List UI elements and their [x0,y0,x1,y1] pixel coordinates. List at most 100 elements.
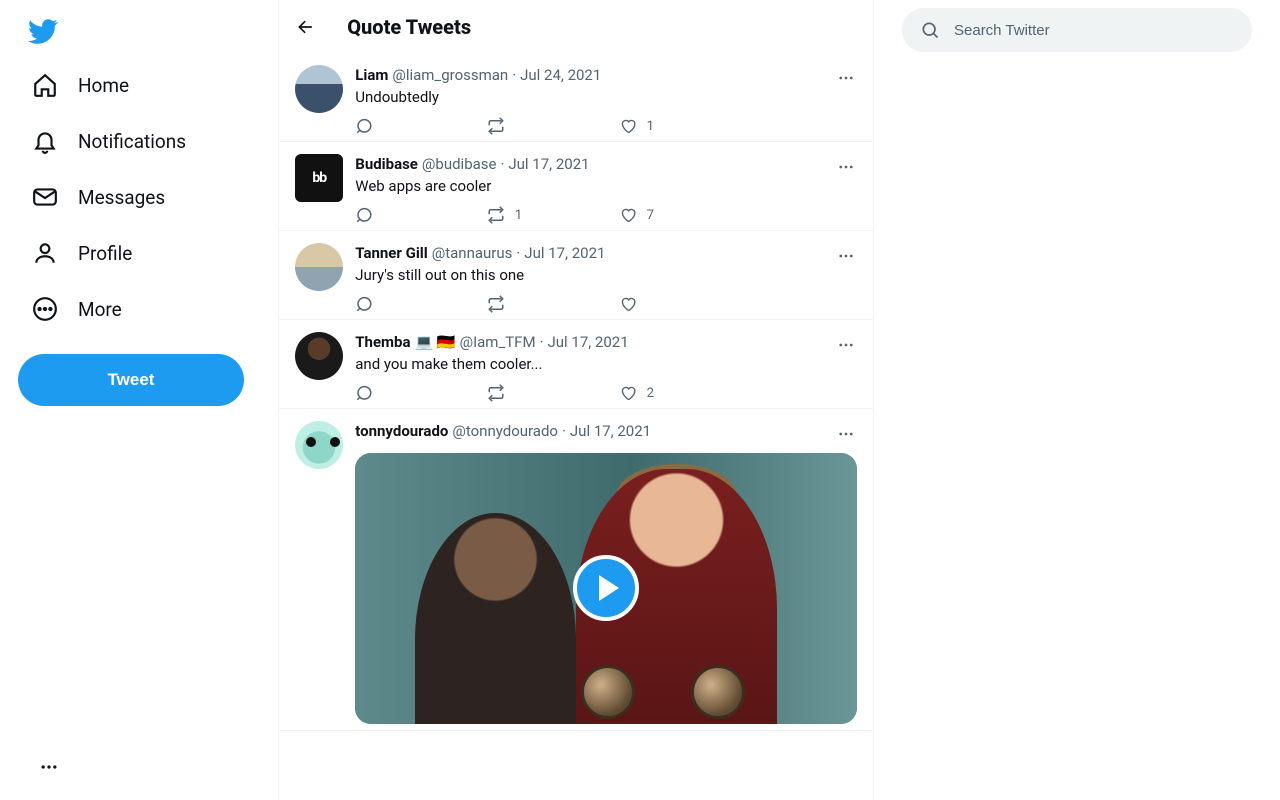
tweet-more-button[interactable] [829,417,863,451]
tweet-body: Tanner Gill @tannaurus · Jul 17, 2021Jur… [355,243,857,313]
tweet-feed: Liam @liam_grossman · Jul 24, 2021Undoub… [279,53,873,731]
user-handle[interactable]: @Iam_TFM [460,332,536,352]
tweet-text: Web apps are cooler [355,176,857,196]
tweet-text: Undoubtedly [355,87,857,107]
reply-icon [355,384,373,402]
avatar[interactable]: bb [295,154,343,202]
display-name[interactable]: Budibase [355,154,418,174]
tweet-actions: 2 [355,384,780,402]
heart-icon [619,295,637,313]
separator-dot: · [562,421,566,441]
tweet-date[interactable]: Jul 17, 2021 [547,332,628,352]
display-name[interactable]: tonnydourado [355,421,448,441]
tweet-more-button[interactable] [829,239,863,273]
tweet-more-button[interactable] [829,328,863,362]
nav-more-label: More [78,298,122,321]
search-input[interactable] [954,22,1234,39]
avatar[interactable] [295,243,343,291]
nav-messages[interactable]: Messages [18,172,179,222]
separator-dot: · [500,154,504,174]
reply-icon [355,206,373,224]
account-menu-button[interactable] [32,750,66,784]
search-box[interactable] [902,8,1252,52]
tweet-media[interactable] [355,453,857,724]
tweet-header: Tanner Gill @tannaurus · Jul 17, 2021 [355,243,857,263]
nav-notifications[interactable]: Notifications [18,116,200,166]
sidebar-nav: Home Notifications Messages Profile More [0,0,278,800]
twitter-bird-icon [28,16,58,46]
twitter-logo[interactable] [18,6,68,56]
tweet-text: and you make them cooler... [355,354,857,374]
tweet-date[interactable]: Jul 17, 2021 [508,154,589,174]
avatar[interactable] [295,332,343,380]
back-button[interactable] [289,10,323,44]
display-name[interactable]: Themba [355,332,410,352]
reply-button[interactable] [355,117,487,135]
tweet-header: Themba💻 🇩🇪 @Iam_TFM · Jul 17, 2021 [355,332,857,352]
search-icon [920,20,940,40]
display-name[interactable]: Liam [355,65,388,85]
heart-icon [619,384,637,402]
home-icon [32,72,58,98]
nav-home-label: Home [78,74,129,97]
avatar[interactable] [295,65,343,113]
nav-profile-label: Profile [78,242,132,265]
heart-icon [619,206,637,224]
tweet[interactable]: bb Budibase @budibase · Jul 17, 2021Web a… [279,142,873,231]
like-count: 2 [647,386,654,401]
avatar[interactable] [295,421,343,469]
nav-home[interactable]: Home [18,60,143,110]
like-count: 1 [647,119,654,134]
tweet-date[interactable]: Jul 17, 2021 [524,243,605,263]
ellipsis-icon [39,757,59,777]
retweet-icon [487,206,505,224]
separator-dot: · [512,65,516,85]
tweet-body: Liam @liam_grossman · Jul 24, 2021Undoub… [355,65,857,135]
retweet-icon [487,384,505,402]
retweet-button[interactable] [487,384,619,402]
tweet[interactable]: Liam @liam_grossman · Jul 24, 2021Undoub… [279,53,873,142]
person-icon [32,240,58,266]
nav-more[interactable]: More [18,284,136,334]
retweet-button[interactable] [487,117,619,135]
retweet-icon [487,295,505,313]
name-emoji: 💻 🇩🇪 [415,332,456,352]
tweet-date[interactable]: Jul 24, 2021 [520,65,601,85]
user-handle[interactable]: @liam_grossman [392,65,508,85]
envelope-icon [32,184,58,210]
arrow-left-icon [296,17,316,37]
tweet-actions: 17 [355,206,780,224]
tweet[interactable]: Tanner Gill @tannaurus · Jul 17, 2021Jur… [279,231,873,320]
tweet[interactable]: Themba💻 🇩🇪 @Iam_TFM · Jul 17, 2021and yo… [279,320,873,409]
tweet-header: Budibase @budibase · Jul 17, 2021 [355,154,857,174]
retweet-count: 1 [515,208,522,223]
like-button[interactable] [619,295,751,313]
like-button[interactable]: 1 [619,117,751,135]
user-handle[interactable]: @tonnydourado [452,421,558,441]
reply-button[interactable] [355,384,487,402]
separator-dot: · [516,243,520,263]
tweet-date[interactable]: Jul 17, 2021 [570,421,651,441]
like-button[interactable]: 7 [619,206,751,224]
reply-icon [355,117,373,135]
reply-button[interactable] [355,295,487,313]
tweet-more-button[interactable] [829,150,863,184]
tweet-actions: 1 [355,117,780,135]
display-name[interactable]: Tanner Gill [355,243,428,263]
retweet-button[interactable]: 1 [487,206,619,224]
compose-tweet-button[interactable]: Tweet [18,354,244,406]
retweet-button[interactable] [487,295,619,313]
play-button[interactable] [573,555,639,621]
user-handle[interactable]: @tannaurus [432,243,513,263]
nav-profile[interactable]: Profile [18,228,146,278]
reply-icon [355,295,373,313]
tweet[interactable]: tonnydourado @tonnydourado · Jul 17, 202… [279,409,873,731]
page-title: Quote Tweets [347,15,471,39]
main-header: Quote Tweets [279,0,873,53]
tweet-more-button[interactable] [829,61,863,95]
main-column: Quote Tweets Liam @liam_grossman · Jul 2… [278,0,874,800]
separator-dot: · [540,332,544,352]
like-button[interactable]: 2 [619,384,751,402]
reply-button[interactable] [355,206,487,224]
user-handle[interactable]: @budibase [422,154,497,174]
